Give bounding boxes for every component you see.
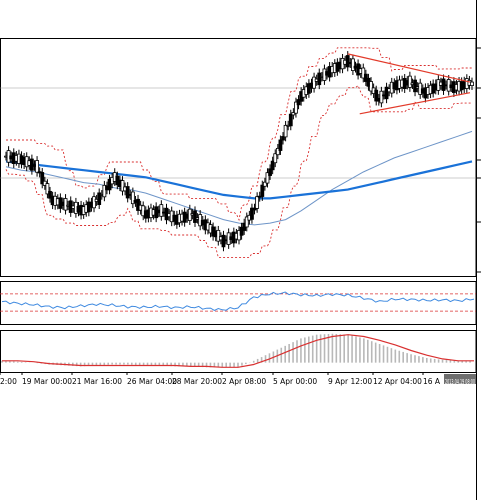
time-axis-label: 5 Apr 00:00: [273, 377, 317, 386]
candle-body: [63, 198, 68, 211]
time-axis-label: 28 Mar 20:00: [172, 377, 222, 386]
current-time-label: 2013.04.19 08:00: [445, 378, 475, 386]
time-axis-label: 26 Mar 04:00: [127, 377, 177, 386]
oscillator-line: [1, 291, 475, 311]
candle-body: [159, 204, 164, 217]
moving-average-slow-line: [5, 160, 473, 200]
candle-body: [288, 113, 293, 127]
candle-body: [260, 184, 265, 197]
chart-window[interactable]: 2:00 19 Mar 00:00 21 Mar 16:00 26 Mar 04:00…: [0, 0, 500, 500]
time-axis-label: 2:00: [0, 377, 17, 386]
candle-body: [407, 75, 412, 88]
candle-body: [351, 58, 355, 71]
candle-body: [278, 139, 283, 151]
panel-frames: [0, 0, 481, 500]
time-axis-label: 9 Apr 12:00: [328, 377, 372, 386]
time-axis-label: 19 Mar 00:00: [22, 377, 72, 386]
histogram-panel[interactable]: [1, 333, 474, 368]
time-axis-label: 16 A: [423, 377, 441, 386]
oscillator-panel[interactable]: [0, 291, 476, 312]
candle-body: [470, 81, 474, 86]
candle-body: [193, 210, 197, 223]
candle-body: [317, 72, 322, 86]
candle-body: [345, 55, 350, 68]
chart-canvas[interactable]: 2:00 19 Mar 00:00 21 Mar 16:00 26 Mar 04:00…: [0, 0, 500, 500]
time-axis: 2:00 19 Mar 00:00 21 Mar 16:00 26 Mar 04:00…: [0, 372, 476, 386]
oscillator-panel-frame: [0, 281, 477, 325]
time-axis-label: 12 Apr 04:00: [373, 377, 422, 386]
candle-body: [125, 186, 130, 199]
candle-body: [35, 160, 39, 173]
candle-body: [413, 79, 417, 93]
candle-body: [283, 124, 288, 138]
time-axis-label: 21 Mar 16:00: [72, 377, 122, 386]
price-panel[interactable]: [0, 47, 476, 258]
time-axis-label: 2 Apr 08:00: [222, 377, 266, 386]
candle-body: [255, 196, 260, 209]
candle-body: [92, 196, 96, 209]
candle-body: [379, 90, 384, 104]
upper-envelope-band: [6, 47, 472, 222]
